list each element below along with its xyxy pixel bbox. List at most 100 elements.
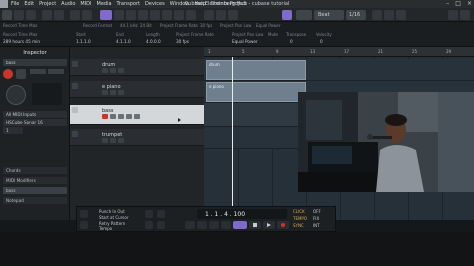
punch-out-icon[interactable] xyxy=(80,221,88,229)
stop-button[interactable] xyxy=(249,221,261,229)
playhead-cursor[interactable] xyxy=(232,57,233,220)
read-automation-icon[interactable] xyxy=(118,68,124,73)
play-button[interactable] xyxy=(263,221,275,229)
left-locator-icon[interactable] xyxy=(145,221,153,229)
read-automation-icon[interactable] xyxy=(118,90,124,95)
track-row-e-piano[interactable]: e piano xyxy=(70,81,204,98)
info-value-frame-rate[interactable]: 30 fps xyxy=(176,39,189,44)
inspector-track-name[interactable]: bass xyxy=(3,59,67,66)
info-value-pan-law[interactable]: Equal Power xyxy=(232,39,258,44)
solo-state-button[interactable] xyxy=(82,10,92,20)
mute-button[interactable] xyxy=(30,69,46,74)
left-zone-button[interactable] xyxy=(14,10,24,20)
inspector-toggle-button[interactable] xyxy=(2,10,12,20)
inspector-section-midi-modifiers[interactable]: MIDI Modifiers xyxy=(3,177,67,184)
close-icon[interactable]: × xyxy=(467,0,472,8)
menu-media[interactable]: Media xyxy=(97,1,112,7)
rewind-button[interactable] xyxy=(197,221,207,229)
color-swatch-button[interactable] xyxy=(384,10,394,20)
mute-icon[interactable] xyxy=(102,138,108,143)
cycle-icon[interactable] xyxy=(145,210,153,218)
info-value-length[interactable]: 4.0.0.0 xyxy=(146,39,161,44)
solo-icon[interactable] xyxy=(126,114,132,119)
object-selection-tool-button[interactable] xyxy=(100,10,112,20)
read-automation-icon[interactable] xyxy=(118,138,124,143)
marker-icon[interactable] xyxy=(157,210,165,218)
maximize-icon[interactable]: □ xyxy=(455,0,461,8)
mute-state-button[interactable] xyxy=(70,10,80,20)
click-label[interactable]: CLICK xyxy=(293,209,305,214)
glue-tool-button[interactable] xyxy=(138,10,148,20)
menu-transport[interactable]: Transport xyxy=(117,1,140,7)
inspector-section-notepad[interactable]: Notepad xyxy=(3,197,67,204)
snap-on-off-button[interactable] xyxy=(282,10,292,20)
snap-type-select[interactable] xyxy=(296,10,312,20)
sync-label[interactable]: SYNC xyxy=(293,223,304,228)
record-button[interactable] xyxy=(277,221,289,229)
quantize-apply-button[interactable] xyxy=(372,10,382,20)
precount-icon[interactable] xyxy=(157,221,165,229)
draw-tool-button[interactable] xyxy=(186,10,196,20)
inspector-section-channel[interactable]: bass xyxy=(3,187,67,194)
inspector-section-chords[interactable]: Chords xyxy=(3,167,67,174)
go-to-end-button[interactable] xyxy=(221,221,231,229)
menu-devices[interactable]: Devices xyxy=(145,1,165,7)
track-row-bass[interactable]: bass xyxy=(70,105,204,125)
midi-channel-select[interactable]: 1 xyxy=(3,127,23,134)
color-tool-button[interactable] xyxy=(216,10,226,20)
erase-tool-button[interactable] xyxy=(150,10,160,20)
constrain-delay-button[interactable] xyxy=(42,10,52,20)
solo-icon[interactable] xyxy=(110,138,116,143)
menu-midi[interactable]: MIDI xyxy=(80,1,91,7)
monitor-icon[interactable] xyxy=(16,69,26,79)
quantize-select[interactable]: 1/16 xyxy=(346,10,366,20)
menu-project[interactable]: Project xyxy=(39,1,56,7)
volume-fader[interactable] xyxy=(32,83,62,105)
grid-type-select[interactable]: Beat xyxy=(314,10,344,20)
settings-gear-icon[interactable] xyxy=(460,10,470,20)
menu-steinberg-hub[interactable]: Steinberg Hub xyxy=(211,1,247,7)
mute-icon[interactable] xyxy=(102,68,108,73)
mute-icon[interactable] xyxy=(102,90,108,95)
cycle-button[interactable] xyxy=(233,221,247,229)
mute-icon[interactable] xyxy=(118,114,124,119)
range-tool-button[interactable] xyxy=(114,10,124,20)
read-automation-icon[interactable] xyxy=(134,114,140,119)
auto-scroll-button[interactable] xyxy=(54,10,64,20)
timeline-ruler[interactable]: 1 5 9 13 17 21 25 29 xyxy=(204,47,474,57)
menu-edit[interactable]: Edit xyxy=(24,1,34,7)
record-enable-icon[interactable] xyxy=(102,114,108,119)
info-value-start[interactable]: 1.1.1.0 xyxy=(76,39,91,44)
midi-output-select[interactable]: HSCube Sonar 16 xyxy=(3,119,67,126)
go-to-start-button[interactable] xyxy=(185,221,195,229)
edit-toolbar-icon[interactable] xyxy=(448,10,458,20)
track-row-drum[interactable]: drum xyxy=(70,59,204,76)
solo-icon[interactable] xyxy=(110,68,116,73)
midi-part-e-piano[interactable]: e piano xyxy=(206,82,306,102)
autoscroll-icon[interactable] xyxy=(228,10,238,20)
record-enable-icon[interactable] xyxy=(3,69,13,79)
zoom-tool-button[interactable] xyxy=(162,10,172,20)
time-display[interactable]: 1 . 1 . 4 . 100 xyxy=(197,209,287,219)
info-value-end[interactable]: 4.1.1.0 xyxy=(116,39,131,44)
punch-in-icon[interactable] xyxy=(80,210,88,218)
palette-icon[interactable] xyxy=(396,10,406,20)
track-row-trumpet[interactable]: trumpet xyxy=(70,129,204,146)
menu-audio[interactable]: Audio xyxy=(61,1,75,7)
lower-zone-button[interactable] xyxy=(26,10,36,20)
monitor-icon[interactable] xyxy=(110,114,116,119)
mute-tool-button[interactable] xyxy=(174,10,184,20)
solo-button[interactable] xyxy=(48,69,64,74)
menu-help[interactable]: Help xyxy=(194,1,205,7)
split-tool-button[interactable] xyxy=(126,10,136,20)
info-value-transpose[interactable]: 0 xyxy=(290,39,293,44)
midi-input-select[interactable]: All MIDI Inputs xyxy=(3,111,67,118)
info-value-velocity[interactable]: 0 xyxy=(320,39,323,44)
solo-icon[interactable] xyxy=(110,90,116,95)
minimize-icon[interactable]: – xyxy=(446,0,449,8)
midi-part-drum[interactable]: drum xyxy=(206,60,306,80)
menu-window[interactable]: Window xyxy=(170,1,190,7)
forward-button[interactable] xyxy=(209,221,219,229)
play-tool-button[interactable] xyxy=(204,10,214,20)
pan-knob-icon[interactable] xyxy=(6,85,26,105)
